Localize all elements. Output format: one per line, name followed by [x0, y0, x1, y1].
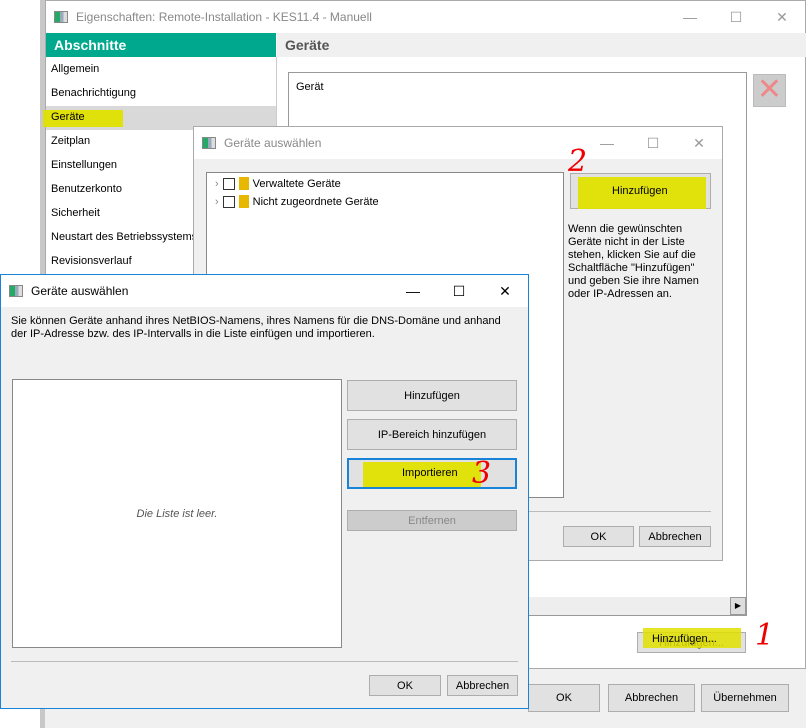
cancel-button[interactable]: Abbrechen [447, 675, 518, 696]
expand-icon[interactable]: › [215, 196, 219, 208]
section-header: Geräte [277, 33, 806, 57]
ok-button[interactable]: OK [369, 675, 441, 696]
folder-icon [238, 195, 249, 208]
dialog-title: Geräte auswählen [31, 284, 129, 298]
close-icon[interactable]: ✕ [759, 1, 805, 33]
close-icon[interactable]: ✕ [482, 275, 528, 307]
annotation-1: 1 [755, 618, 775, 653]
close-icon[interactable]: ✕ [676, 127, 722, 159]
tree-node[interactable]: › Verwaltete Geräte [215, 177, 341, 190]
annotation-2: 2 [568, 144, 588, 179]
window-title: Eigenschaften: Remote-Installation - KES… [76, 10, 372, 24]
folder-icon [238, 177, 249, 190]
dialog-title-bar: Geräte auswählen — ☐ ✕ [194, 127, 722, 159]
title-bar: Eigenschaften: Remote-Installation - KES… [46, 1, 805, 33]
description: Sie können Geräte anhand ihres NetBIOS-N… [11, 315, 501, 340]
add-devices-dialog: Geräte auswählen — ☐ ✕ Sie können Geräte a… [0, 274, 529, 709]
import-label: Importieren [402, 467, 458, 479]
checkbox[interactable] [222, 195, 235, 208]
minimize-icon[interactable]: — [667, 1, 713, 33]
sidebar-item-zeitplan[interactable]: Zeitplan [51, 135, 90, 147]
cancel-button[interactable]: Abbrechen [608, 684, 695, 712]
maximize-icon[interactable]: ☐ [436, 275, 482, 307]
minimize-icon[interactable]: — [584, 127, 630, 159]
dialog-title-bar: Geräte auswählen — ☐ ✕ [1, 275, 528, 307]
sidebar-item-sicherheit[interactable]: Sicherheit [51, 207, 100, 219]
sidebar-item-neustart[interactable]: Neustart des Betriebssystems [51, 231, 197, 243]
add-button[interactable]: Hinzufügen [347, 380, 517, 411]
tree-node[interactable]: › Nicht zugeordnete Geräte [215, 195, 379, 208]
sidebar-item-benutzerkonto[interactable]: Benutzerkonto [51, 183, 122, 195]
sidebar-item-allgemein[interactable]: Allgemein [51, 63, 99, 75]
sidebar-header: Abschnitte [46, 33, 276, 57]
device-list[interactable]: Die Liste ist leer. [12, 379, 342, 648]
app-icon [9, 285, 23, 297]
sidebar-item-geraete[interactable]: Geräte [51, 111, 85, 123]
column-header-device: Gerät [296, 81, 324, 93]
hint-text: Wenn die gewünschten Geräte nicht in der… [568, 223, 699, 300]
tree-label: Verwaltete Geräte [252, 177, 341, 190]
add-devices-label: Hinzufügen... [652, 633, 717, 645]
apply-button[interactable]: Übernehmen [701, 684, 789, 712]
sidebar-item-benachrichtigung[interactable]: Benachrichtigung [51, 87, 136, 99]
maximize-icon[interactable]: ☐ [713, 1, 759, 33]
sidebar-item-einstellungen[interactable]: Einstellungen [51, 159, 117, 171]
annotation-3: 3 [472, 456, 492, 491]
add-ip-range-button[interactable]: IP-Bereich hinzufügen [347, 419, 517, 450]
ok-button[interactable]: OK [528, 684, 600, 712]
maximize-icon[interactable]: ☐ [630, 127, 676, 159]
checkbox[interactable] [222, 177, 235, 190]
dialog-title: Geräte auswählen [224, 136, 322, 150]
sidebar-item-revisionsverlauf[interactable]: Revisionsverlauf [51, 255, 132, 267]
remove-button[interactable]: Entfernen [347, 510, 517, 531]
cancel-button[interactable]: Abbrechen [639, 526, 711, 547]
add-button-label: Hinzufügen [612, 185, 668, 197]
scroll-right-button[interactable]: ▶ [730, 597, 746, 615]
ok-button[interactable]: OK [563, 526, 634, 547]
remove-device-button[interactable]: ✕ [753, 74, 786, 107]
expand-icon[interactable]: › [215, 178, 219, 190]
app-icon [202, 137, 216, 149]
tree-label: Nicht zugeordnete Geräte [252, 195, 379, 208]
app-icon [54, 11, 68, 23]
minimize-icon[interactable]: — [390, 275, 436, 307]
